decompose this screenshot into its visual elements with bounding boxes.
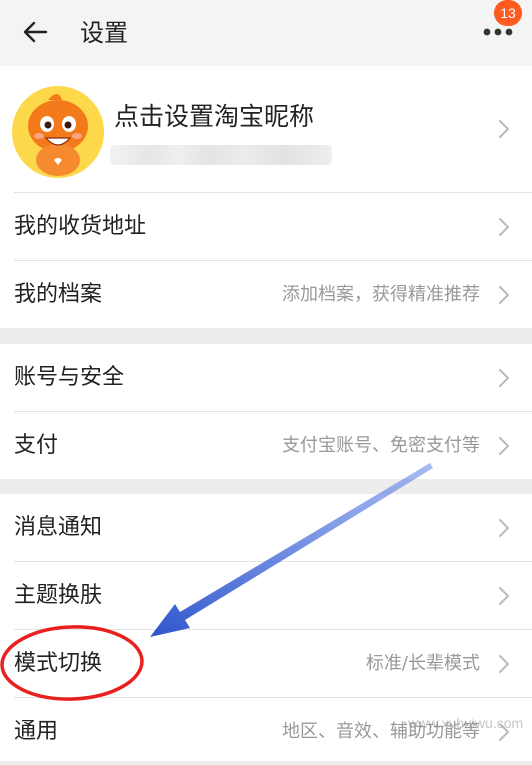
chevron-right-icon [499,655,509,673]
chevron-right-icon [499,218,509,236]
row-theme[interactable]: 主题换肤 [0,562,532,629]
row-account-security[interactable]: 账号与安全 [0,344,532,411]
row-label: 通用 [14,719,59,744]
row-label: 我的档案 [14,282,103,307]
chevron-right-icon [499,587,509,605]
chevron-right-icon [499,369,509,387]
avatar [12,86,104,178]
row-label: 支付 [14,433,59,458]
row-value: 支付宝账号、免密支付等 [282,435,480,456]
row-value: 标准/长辈模式 [365,653,480,674]
row-label: 消息通知 [14,515,103,540]
row-label: 我的收货地址 [14,214,147,239]
profile-row[interactable]: 点击设置淘宝昵称 [0,66,532,192]
notification-badge: 13 [494,0,522,26]
chevron-right-icon [499,286,509,304]
row-label: 模式切换 [14,651,103,676]
profile-nickname: 点击设置淘宝昵称 [114,102,315,131]
row-notifications[interactable]: 消息通知 [0,494,532,561]
page-title: 设置 [80,19,128,47]
row-mode-switch[interactable]: 模式切换 标准/长辈模式 [0,630,532,697]
top-bar: 设置 13 [0,0,532,66]
row-general[interactable]: 通用 地区、音效、辅助功能等 [0,698,532,765]
account-section: 账号与安全 支付 支付宝账号、免密支付等 [0,344,532,479]
profile-section: 点击设置淘宝昵称 我的收货地址 我的档案 添加档案，获得精准推荐 [0,66,532,328]
chevron-right-icon [499,120,509,138]
row-payment[interactable]: 支付 支付宝账号、免密支付等 [0,412,532,479]
chevron-right-icon [499,519,509,537]
row-label: 主题换肤 [14,583,103,608]
chevron-right-icon [499,437,509,455]
row-address[interactable]: 我的收货地址 [0,193,532,260]
row-archive[interactable]: 我的档案 添加档案，获得精准推荐 [0,261,532,328]
row-label: 账号与安全 [14,365,125,390]
back-arrow-icon[interactable] [20,14,56,50]
row-value: 地区、音效、辅助功能等 [282,721,480,742]
row-value: 添加档案，获得精准推荐 [282,284,480,305]
account-id-blurred [110,145,332,165]
watermark: www.xuhuiwu.com [408,715,524,731]
